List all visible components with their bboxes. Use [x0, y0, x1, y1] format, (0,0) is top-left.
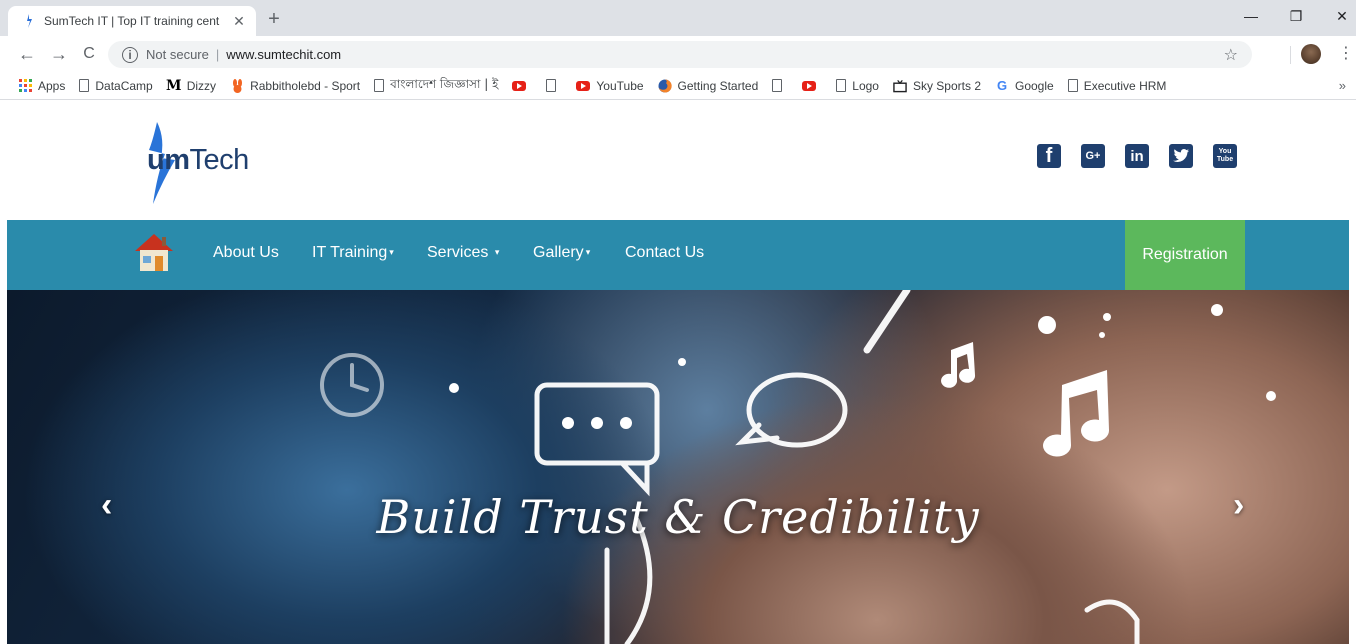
bookmark-label: Sky Sports 2 — [912, 78, 981, 93]
bookmark-star-icon[interactable]: ☆ — [1224, 45, 1238, 65]
new-tab-button[interactable]: + — [262, 6, 286, 32]
registration-button[interactable]: Registration — [1125, 220, 1245, 290]
security-status: Not secure — [146, 47, 209, 62]
bookmark-label: Logo — [852, 78, 879, 93]
bookmark-label: YouTube — [596, 78, 644, 93]
bookmark-label: বাংলাদেশ জিজ্ঞাসা | ই — [390, 76, 499, 91]
google-icon: G — [996, 78, 1008, 93]
bookmark-page-1[interactable] — [546, 79, 562, 92]
bookmarks-overflow-icon[interactable]: » — [1339, 78, 1346, 93]
minimize-button[interactable]: — — [1239, 8, 1263, 24]
facebook-icon[interactable]: f — [1037, 144, 1061, 168]
linkedin-icon[interactable]: in — [1125, 144, 1149, 168]
bookmarks-bar: Apps DataCamp M Dizzy Rabbitholebd - Spo… — [0, 72, 1356, 100]
nav-gallery[interactable]: Gallery ▾ — [533, 244, 590, 262]
home-icon[interactable] — [131, 229, 177, 275]
logo-bold: um — [147, 144, 190, 176]
tv-icon — [893, 79, 907, 93]
site-info-icon[interactable]: i — [122, 46, 138, 63]
bookmark-label: Dizzy — [186, 78, 217, 93]
nav-it-training-label: IT Training — [312, 244, 388, 261]
close-window-button[interactable]: ✕ — [1330, 8, 1354, 25]
page-icon — [772, 79, 783, 92]
reload-button[interactable]: C — [78, 44, 100, 66]
address-bar[interactable]: i Not secure | www.sumtechit.com ☆ — [108, 41, 1252, 68]
caret-down-icon: ▾ — [494, 247, 500, 257]
bookmark-executive-hrm[interactable]: Executive HRM — [1067, 78, 1167, 93]
page-icon — [546, 79, 557, 92]
tab-title: SumTech IT | Top IT training cent — [44, 14, 220, 28]
twitter-icon[interactable] — [1169, 144, 1193, 168]
browser-menu-icon[interactable]: ⋮ — [1338, 43, 1354, 63]
bookmark-apps[interactable]: Apps — [18, 79, 65, 93]
toolbar-divider — [1290, 46, 1291, 64]
bookmark-youtube-2[interactable] — [802, 80, 822, 91]
medium-icon: M — [165, 77, 182, 94]
logo-wordmark[interactable]: umTech — [147, 144, 249, 177]
nav-contact-us[interactable]: Contact Us — [625, 244, 704, 262]
page-icon — [1067, 79, 1078, 92]
youtube-icon — [512, 80, 527, 91]
browser-toolbar: ← → C i Not secure | www.sumtechit.com ☆… — [0, 36, 1356, 99]
url-separator: | — [215, 47, 220, 62]
tab-close-icon[interactable]: ✕ — [230, 13, 248, 30]
bookmark-bangladesh[interactable]: বাংলাদেশ জিজ্ঞাসা | ই — [374, 76, 498, 96]
tab-strip: SumTech IT | Top IT training cent ✕ + — … — [0, 0, 1356, 36]
bookmark-label: Google — [1015, 78, 1054, 93]
browser-tab-active[interactable]: SumTech IT | Top IT training cent ✕ — [8, 6, 256, 36]
apps-grid-icon — [18, 79, 32, 93]
page-icon — [374, 79, 385, 92]
bookmark-google[interactable]: G Google — [995, 78, 1054, 93]
hero-background-image — [320, 290, 1276, 644]
bookmark-page-2[interactable] — [772, 79, 788, 92]
bookmark-label: Executive HRM — [1083, 78, 1167, 93]
rabbithole-icon — [230, 78, 244, 93]
bookmark-label: DataCamp — [95, 78, 153, 93]
hero-title: Build Trust & Credibility — [376, 490, 980, 544]
nav-it-training[interactable]: IT Training ▾ — [312, 244, 394, 262]
caret-down-icon: ▾ — [585, 247, 591, 257]
nav-contact-label: Contact Us — [625, 244, 705, 261]
bookmark-dizzy[interactable]: M Dizzy — [165, 77, 217, 94]
caret-down-icon: ▾ — [389, 247, 394, 257]
url-text[interactable]: www.sumtechit.com — [226, 47, 341, 62]
nav-about-us[interactable]: About Us — [213, 244, 279, 262]
page-icon — [836, 79, 847, 92]
back-button[interactable]: ← — [16, 44, 38, 66]
logo-suffix: Tech — [189, 144, 250, 176]
nav-services-label: Services — [427, 244, 489, 261]
profile-avatar[interactable] — [1301, 44, 1321, 64]
sumtech-favicon-icon — [22, 14, 36, 28]
bookmark-label: Rabbitholebd - Sport — [250, 78, 361, 93]
hero-slider: ‹ Build Trust & Credibility › — [7, 290, 1349, 644]
bookmark-getting-started[interactable]: Getting Started — [658, 78, 759, 93]
youtube-icon — [802, 80, 817, 91]
page-icon — [79, 79, 90, 92]
bookmark-label: Apps — [38, 78, 66, 93]
nav-gallery-label: Gallery — [533, 244, 584, 261]
firefox-icon — [658, 78, 672, 93]
bookmark-youtube[interactable]: YouTube — [576, 78, 644, 93]
slider-next-arrow-icon[interactable]: › — [1233, 486, 1244, 525]
main-nav: About Us IT Training ▾ Services ▾ Gallery… — [7, 220, 1349, 290]
forward-button[interactable]: → — [48, 44, 70, 66]
bookmark-logo[interactable]: Logo — [836, 79, 879, 93]
restore-button[interactable]: ❐ — [1284, 8, 1308, 25]
bookmark-sky-sports[interactable]: Sky Sports 2 — [893, 79, 981, 93]
youtube-icon[interactable]: You Tube — [1213, 144, 1237, 168]
bookmark-youtube-1[interactable] — [512, 80, 532, 91]
nav-about-label: About Us — [213, 244, 279, 261]
google-plus-icon[interactable]: G+ — [1081, 144, 1105, 168]
nav-services[interactable]: Services ▾ — [427, 244, 499, 262]
youtube-icon — [576, 80, 591, 91]
bookmark-label: Getting Started — [677, 78, 759, 93]
bookmark-rabbitholebd[interactable]: Rabbitholebd - Sport — [230, 78, 361, 93]
bookmark-datacamp[interactable]: DataCamp — [79, 78, 153, 93]
site-header: umTech f G+ in You Tube — [7, 100, 1349, 220]
